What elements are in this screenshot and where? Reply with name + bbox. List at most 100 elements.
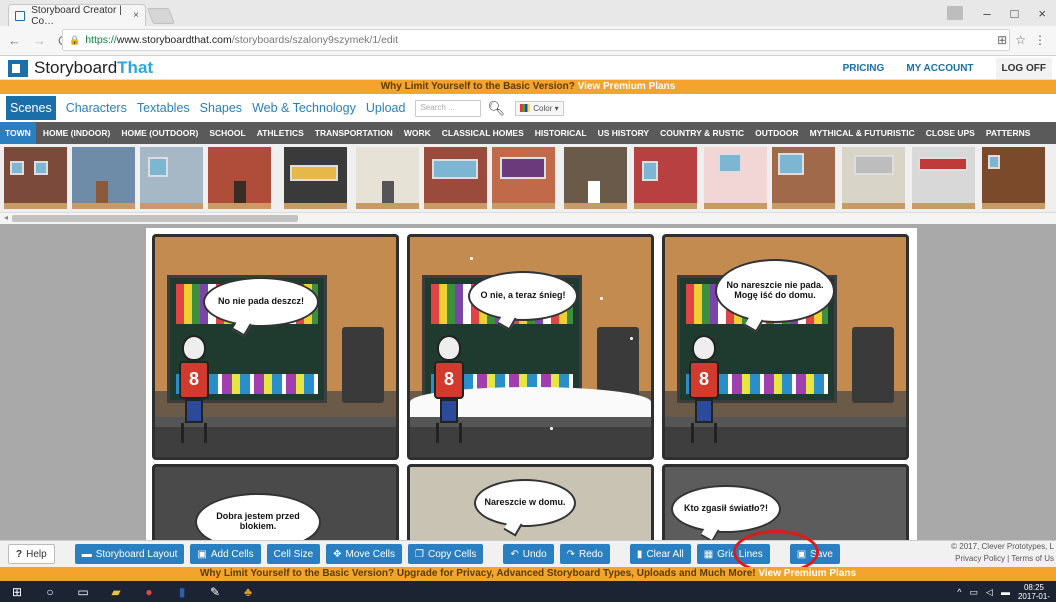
character[interactable]: 8 — [179, 335, 209, 447]
category-historical[interactable]: HISTORICAL — [535, 128, 587, 138]
scrollbar-thumb[interactable] — [12, 215, 298, 222]
maximize-button[interactable]: □ — [1011, 6, 1019, 21]
notification-icon[interactable]: ▬ — [1001, 587, 1010, 597]
nav-my-account[interactable]: MY ACCOUNT — [906, 63, 973, 74]
translate-icon[interactable]: ⊞ — [997, 33, 1007, 47]
file-explorer-icon[interactable]: ▰ — [109, 585, 123, 599]
new-tab-button[interactable] — [147, 8, 175, 24]
task-view-icon[interactable]: ▭ — [76, 585, 90, 599]
forward-icon[interactable]: → — [33, 33, 46, 48]
storyboard-layout-button[interactable]: ▬ Storyboard Layout — [74, 544, 185, 564]
storyboard-cell-3[interactable]: 8 No nareszcie nie pada. Mogę iść do dom… — [662, 234, 909, 460]
tab-scenes[interactable]: Scenes — [6, 96, 56, 120]
clear-all-button[interactable]: ▮ Clear All — [629, 544, 691, 564]
storyboard-cell-5[interactable]: Nareszcie w domu. — [407, 464, 654, 542]
library-search-input[interactable]: Search ... — [415, 99, 482, 117]
chrome-icon[interactable]: ● — [142, 585, 156, 599]
windows-start-icon[interactable]: ⊞ — [10, 585, 24, 599]
color-filter-button[interactable]: Color ▾ — [515, 100, 564, 116]
scene-thumbnail[interactable] — [424, 147, 487, 209]
category-home-outdoor[interactable]: HOME (OUTDOOR) — [121, 128, 198, 138]
category-transportation[interactable]: TRANSPORTATION — [315, 128, 393, 138]
promo-bottom-link[interactable]: View Premium Plans — [758, 568, 856, 579]
storyboard-cell-4[interactable]: Dobra jestem przed blokiem. — [152, 464, 399, 542]
tab-characters[interactable]: Characters — [66, 101, 127, 115]
category-school[interactable]: SCHOOL — [209, 128, 245, 138]
category-outdoor[interactable]: OUTDOOR — [755, 128, 798, 138]
speech-bubble[interactable]: Nareszcie w domu. — [474, 479, 576, 527]
scene-thumbnail[interactable] — [492, 147, 555, 209]
volume-icon[interactable]: ◁ — [986, 587, 993, 598]
scene-thumbnail[interactable] — [140, 147, 203, 209]
category-us-history[interactable]: US HISTORY — [598, 128, 649, 138]
scene-thumbnail[interactable] — [72, 147, 135, 209]
category-patterns[interactable]: PATTERNS — [986, 128, 1031, 138]
clock[interactable]: 08:25 2017-01- — [1018, 583, 1050, 601]
bookmark-star-icon[interactable]: ☆ — [1015, 33, 1026, 47]
scene-thumbnail[interactable] — [564, 147, 627, 209]
category-close-ups[interactable]: CLOSE UPS — [926, 128, 975, 138]
speech-bubble[interactable]: Kto zgasił światło?! — [671, 485, 781, 533]
back-icon[interactable]: ← — [8, 33, 21, 48]
minimize-button[interactable]: – — [983, 6, 990, 21]
paint-icon[interactable]: ✎ — [208, 585, 222, 599]
scene-thumbnail[interactable] — [704, 147, 767, 209]
copy-cells-button[interactable]: ❐ Copy Cells — [408, 544, 484, 564]
scene-thumbnail[interactable] — [4, 147, 67, 209]
scene-thumbnail[interactable] — [772, 147, 835, 209]
cell-size-button[interactable]: Cell Size — [266, 544, 321, 564]
character[interactable]: 8 — [434, 335, 464, 447]
scene-thumbnail[interactable] — [634, 147, 697, 209]
category-classical-homes[interactable]: CLASSICAL HOMES — [442, 128, 524, 138]
storyboardthat-logo[interactable]: Storyboard That — [8, 58, 153, 78]
speech-bubble[interactable]: Dobra jestem przed blokiem. — [195, 493, 321, 542]
search-icon[interactable]: 🔍︎ — [487, 100, 505, 117]
policy-links[interactable]: Privacy Policy | Terms of Us — [951, 553, 1054, 565]
close-tab-icon[interactable]: × — [133, 10, 139, 21]
category-country-rustic[interactable]: COUNTRY & RUSTIC — [660, 128, 744, 138]
url-field[interactable]: 🔒 https:// www.storyboardthat.com /story… — [62, 29, 1010, 51]
scene-thumbnail[interactable] — [982, 147, 1045, 209]
scene-thumbnail[interactable] — [356, 147, 419, 209]
scene-thumbnail[interactable] — [208, 147, 271, 209]
speech-bubble[interactable]: No nareszcie nie pada. Mogę iść do domu. — [715, 259, 835, 323]
browser-tab[interactable]: Storyboard Creator | Co… × — [8, 4, 146, 27]
network-icon[interactable]: ▭ — [970, 587, 979, 598]
system-tray: ^ ▭ ◁ ▬ 08:25 2017-01- — [957, 583, 1050, 601]
storyboard-cell-1[interactable]: 8 No nie pada deszcz! — [152, 234, 399, 460]
storyboard-cell-2[interactable]: 8 O nie, a teraz śnieg! — [407, 234, 654, 460]
redo-button[interactable]: ↷ Redo — [559, 544, 610, 564]
profile-icon[interactable] — [947, 6, 964, 20]
close-window-button[interactable]: × — [1038, 6, 1046, 21]
speech-bubble[interactable]: O nie, a teraz śnieg! — [468, 271, 578, 321]
category-athletics[interactable]: ATHLETICS — [257, 128, 304, 138]
category-work[interactable]: WORK — [404, 128, 431, 138]
character[interactable]: 8 — [689, 335, 719, 447]
search-icon[interactable]: ○ — [43, 585, 57, 599]
tab-shapes[interactable]: Shapes — [200, 101, 242, 115]
scroll-left-icon[interactable]: ◂ — [4, 213, 8, 222]
menu-icon[interactable]: ⋮ — [1034, 33, 1046, 47]
help-button[interactable]: ? Help — [8, 544, 55, 564]
thumbnail-scrollbar[interactable]: ◂ — [0, 212, 1056, 224]
promo-top-link[interactable]: View Premium Plans — [578, 81, 676, 92]
word-icon[interactable]: ▮ — [175, 585, 189, 599]
app-icon[interactable]: ♣ — [241, 585, 255, 599]
tab-web-technology[interactable]: Web & Technology — [252, 101, 356, 115]
nav-log-off[interactable]: LOG OFF — [995, 57, 1052, 79]
category-town[interactable]: TOWN — [0, 122, 36, 144]
speech-bubble[interactable]: No nie pada deszcz! — [203, 277, 319, 327]
category-mythical-futuristic[interactable]: MYTHICAL & FUTURISTIC — [810, 128, 915, 138]
tab-textables[interactable]: Textables — [137, 101, 190, 115]
scene-thumbnail[interactable] — [284, 147, 347, 209]
scene-thumbnail[interactable] — [842, 147, 905, 209]
add-cells-button[interactable]: ▣ Add Cells — [190, 544, 261, 564]
scene-thumbnail[interactable] — [912, 147, 975, 209]
nav-pricing[interactable]: PRICING — [843, 63, 885, 74]
tab-upload[interactable]: Upload — [366, 101, 406, 115]
category-home-indoor[interactable]: HOME (INDOOR) — [43, 128, 111, 138]
undo-button[interactable]: ↶ Undo — [503, 544, 554, 564]
move-cells-button[interactable]: ✥ Move Cells — [326, 544, 402, 564]
layout-icon: ▬ — [81, 548, 92, 560]
tray-chevron-icon[interactable]: ^ — [957, 587, 961, 597]
